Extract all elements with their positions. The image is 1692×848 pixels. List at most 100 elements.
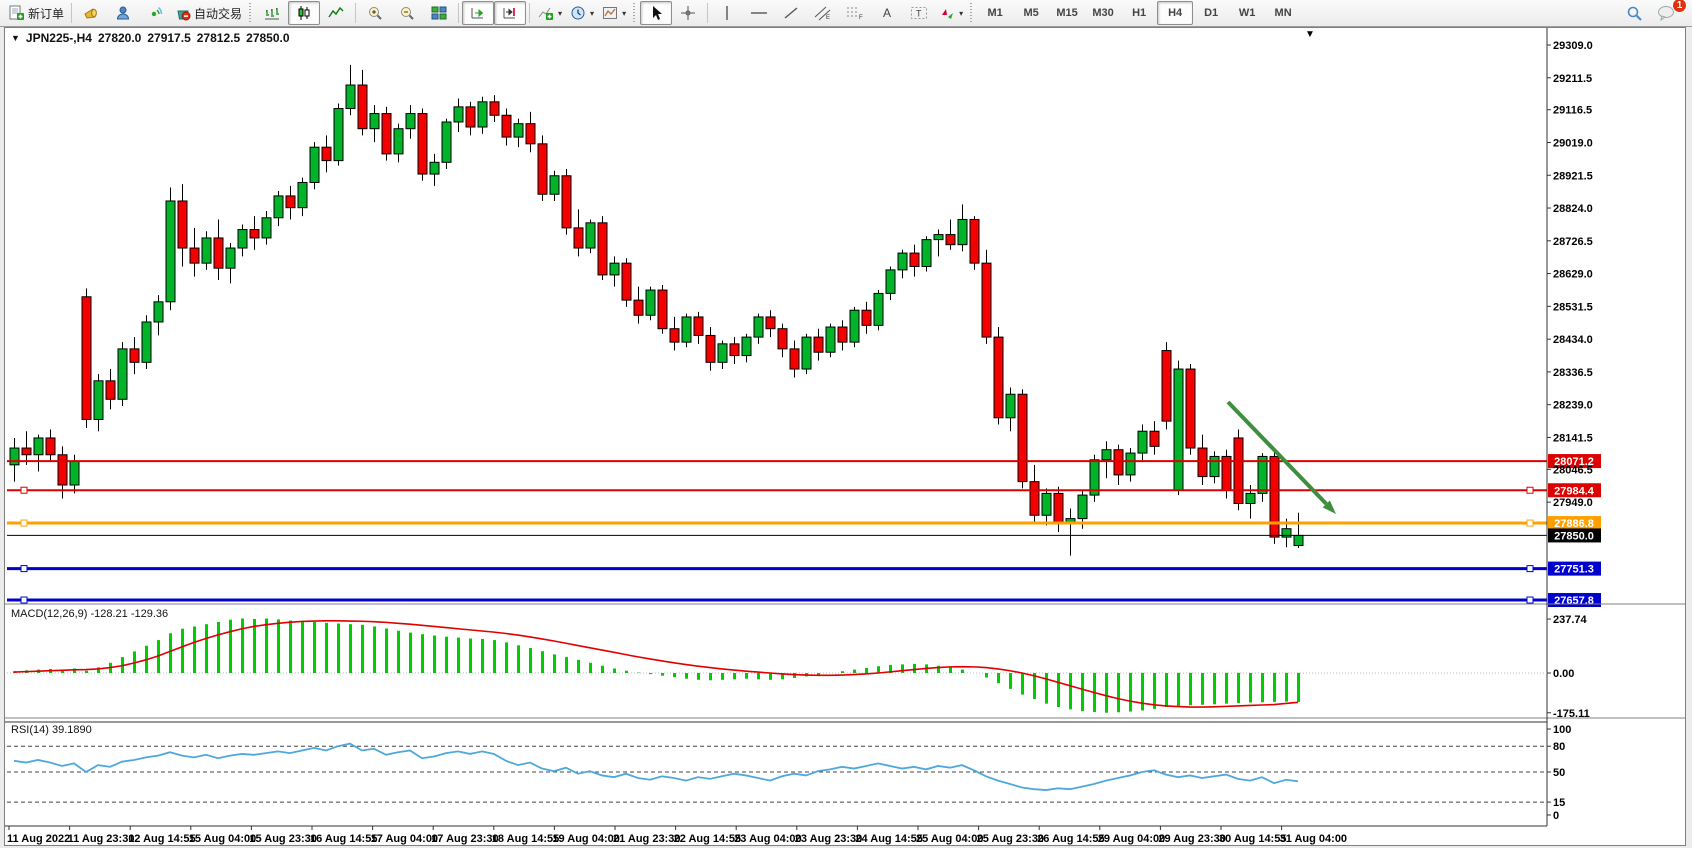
text-tool-button[interactable]: A xyxy=(871,1,903,25)
community-button[interactable] xyxy=(107,1,139,25)
toolbar-grip[interactable] xyxy=(249,3,253,23)
candlestick-chart-button[interactable] xyxy=(288,1,320,25)
crosshair-tool-button[interactable] xyxy=(672,1,704,25)
periods-button[interactable]: ▾ xyxy=(566,1,598,25)
vertical-line-tool-button[interactable] xyxy=(711,1,743,25)
date-tick-label: 29 Aug 04:00 xyxy=(1098,833,1165,845)
date-tick-label: 23 Aug 23:30 xyxy=(795,833,862,845)
text-label-icon: T xyxy=(910,5,928,21)
candle-down xyxy=(1234,438,1243,504)
timeframe-button-m30[interactable]: M30 xyxy=(1085,1,1121,25)
price-tick-label: 28824.0 xyxy=(1553,203,1593,215)
line-handle[interactable] xyxy=(1527,487,1533,493)
candle-down xyxy=(1270,456,1279,537)
candle-down xyxy=(178,201,187,248)
candle-up xyxy=(850,310,859,342)
bar-chart-button[interactable] xyxy=(256,1,288,25)
line-handle[interactable] xyxy=(1527,566,1533,572)
line-chart-button[interactable] xyxy=(320,1,352,25)
svg-text:E: E xyxy=(826,15,830,21)
candle-up xyxy=(454,107,463,122)
person-icon xyxy=(115,5,131,21)
candle-down xyxy=(358,85,367,129)
candle-up xyxy=(10,448,19,465)
price-tag-label: 27850.0 xyxy=(1554,530,1594,542)
chart-window[interactable]: ▼ JPN225-,H4 27820.0 27917.5 27812.5 278… xyxy=(4,27,1686,846)
indicators-button[interactable]: ▾ xyxy=(533,1,566,25)
date-tick-label: 15 Aug 04:00 xyxy=(189,833,256,845)
timeframe-button-w1[interactable]: W1 xyxy=(1229,1,1265,25)
channel-tool-button[interactable]: E xyxy=(807,1,839,25)
search-button[interactable] xyxy=(1618,1,1650,25)
new-order-icon xyxy=(8,5,25,21)
zoom-out-button[interactable] xyxy=(391,1,423,25)
date-tick-label: 21 Aug 23:30 xyxy=(613,833,680,845)
candle-down xyxy=(502,115,511,137)
candle-up xyxy=(70,461,79,485)
date-tick-label: 12 Aug 14:55 xyxy=(128,833,195,845)
price-tick-label: 28434.0 xyxy=(1553,334,1593,346)
auto-scroll-button[interactable] xyxy=(462,1,494,25)
timeframe-button-h4[interactable]: H4 xyxy=(1157,1,1193,25)
separator xyxy=(707,3,708,23)
trendline-tool-button[interactable] xyxy=(775,1,807,25)
chart-shift-button[interactable] xyxy=(494,1,526,25)
cursor-tool-button[interactable] xyxy=(640,1,672,25)
horizontal-line-tool-button[interactable] xyxy=(743,1,775,25)
rsi-tick-label: 50 xyxy=(1553,767,1565,779)
ohlc-low: 27812.5 xyxy=(197,31,240,45)
chart-header: ▼ JPN225-,H4 27820.0 27917.5 27812.5 278… xyxy=(11,31,290,45)
line-handle[interactable] xyxy=(21,597,27,603)
timeframe-button-h1[interactable]: H1 xyxy=(1121,1,1157,25)
zoom-in-button[interactable] xyxy=(359,1,391,25)
candle-up xyxy=(406,114,415,129)
candle-down xyxy=(970,219,979,263)
candle-up xyxy=(442,122,451,162)
date-tick-label: 23 Aug 04:00 xyxy=(734,833,801,845)
timeframe-button-m1[interactable]: M1 xyxy=(977,1,1013,25)
candle-down xyxy=(1186,369,1195,448)
line-handle[interactable] xyxy=(21,487,27,493)
price-tick-label: 29309.0 xyxy=(1553,40,1593,52)
timeframe-button-mn[interactable]: MN xyxy=(1265,1,1301,25)
new-order-button[interactable]: 新订单 xyxy=(4,1,68,25)
templates-button[interactable]: ▾ xyxy=(598,1,630,25)
signals-button[interactable] xyxy=(139,1,171,25)
tile-windows-button[interactable] xyxy=(423,1,455,25)
candle-down xyxy=(706,335,715,362)
alerts-button[interactable] xyxy=(75,1,107,25)
timeframe-button-m15[interactable]: M15 xyxy=(1049,1,1085,25)
fibonacci-tool-button[interactable]: F xyxy=(839,1,871,25)
signal-icon xyxy=(147,5,163,21)
price-tag-label: 27751.3 xyxy=(1554,564,1594,576)
line-handle[interactable] xyxy=(1527,520,1533,526)
chat-button[interactable]: 1 xyxy=(1650,1,1682,25)
candle-up xyxy=(166,201,175,302)
macd-label: MACD(12,26,9) -128.21 -129.36 xyxy=(11,608,168,620)
timeframe-button-m5[interactable]: M5 xyxy=(1013,1,1049,25)
auto-trading-button[interactable]: 自动交易 xyxy=(171,1,246,25)
toolbar-grip[interactable] xyxy=(970,3,974,23)
separator xyxy=(529,3,530,23)
arrows-tool-button[interactable]: ▾ xyxy=(935,1,967,25)
text-label-tool-button[interactable]: T xyxy=(903,1,935,25)
line-handle[interactable] xyxy=(21,566,27,572)
candle-down xyxy=(670,329,679,342)
chart-menu-arrow-icon[interactable]: ▼ xyxy=(11,33,20,43)
candle-down xyxy=(1054,493,1063,523)
rsi-tick-label: 0 xyxy=(1553,810,1559,822)
candle-up xyxy=(1126,453,1135,475)
separator xyxy=(71,3,72,23)
candle-down xyxy=(190,248,199,263)
chart-canvas[interactable]: 28071.227984.427886.827850.027751.327657… xyxy=(5,28,1685,845)
quick-menu-arrow-icon[interactable]: ▼ xyxy=(1305,29,1315,40)
toolbar-grip[interactable] xyxy=(633,3,637,23)
timeframe-button-d1[interactable]: D1 xyxy=(1193,1,1229,25)
line-handle[interactable] xyxy=(1527,597,1533,603)
line-handle[interactable] xyxy=(21,520,27,526)
date-tick-label: 31 Aug 04:00 xyxy=(1280,833,1347,845)
candle-down xyxy=(1150,431,1159,446)
candle-down xyxy=(814,337,823,352)
timeframe-group: M1M5M15M30H1H4D1W1MN xyxy=(977,1,1301,25)
price-tick-label: 28531.5 xyxy=(1553,301,1593,313)
